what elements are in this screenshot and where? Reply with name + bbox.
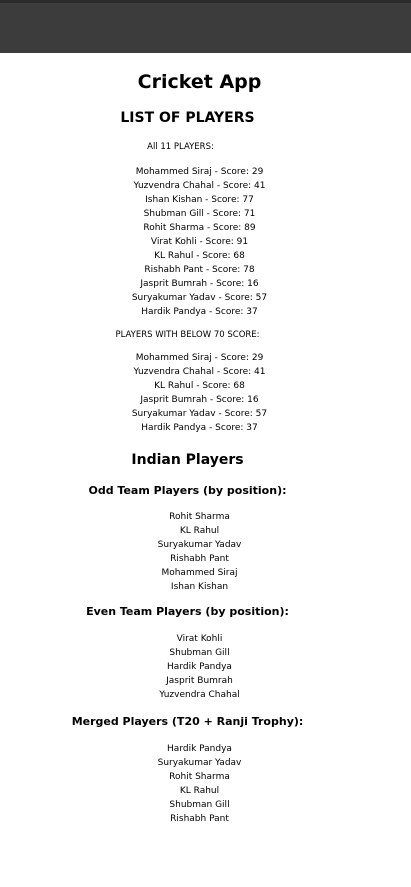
player-list-item: KL Rahul - Score: 68 (154, 381, 245, 391)
player-list-item: Virat Kohli (176, 634, 223, 644)
player-list-item: Rohit Sharma - Score: 89 (143, 223, 256, 233)
player-list-item: Suryakumar Yadav - Score: 57 (131, 293, 268, 303)
player-list-item: KL Rahul - Score: 68 (154, 251, 245, 261)
all-players-label: All 11 PLAYERS: (147, 142, 214, 152)
player-list-item: Jasprit Bumrah (166, 676, 233, 686)
player-list-item: Jasprit Bumrah - Score: 16 (140, 279, 259, 289)
odd-team-list: Rohit Sharma KL Rahul Suryakumar Yadav Rish… (0, 510, 405, 594)
player-list-item: Yuzvendra Chahal (159, 690, 240, 700)
list-of-players-heading: LIST OF PLAYERS (120, 110, 255, 126)
indian-players-heading: Indian Players (131, 452, 244, 468)
player-list-item: Rishabh Pant (170, 814, 229, 824)
all-players-list: Mohammed Siraj - Score: 29 Yuzvendra Chah… (0, 165, 405, 319)
player-list-item: Yuzvendra Chahal - Score: 41 (133, 367, 266, 377)
app-title: Cricket App (137, 71, 262, 93)
player-list-item: Ishan Kishan - Score: 77 (145, 195, 254, 205)
player-list-item: KL Rahul (179, 526, 220, 536)
player-list-item: Rohit Sharma (169, 772, 230, 782)
player-list-item: Rishabh Pant (170, 554, 229, 564)
odd-team-heading: Odd Team Players (by position): (88, 484, 287, 497)
player-list-item: Rishabh Pant - Score: 78 (144, 265, 255, 275)
player-list-item: Virat Kohli - Score: 91 (150, 237, 249, 247)
player-list-item: KL Rahul (179, 786, 220, 796)
player-list-item: Shubman Gill - Score: 71 (143, 209, 256, 219)
player-list-item: Rohit Sharma (169, 512, 230, 522)
player-list-item: Shubman Gill (169, 648, 230, 658)
player-list-item: Ishan Kishan (170, 582, 229, 592)
player-list-item: Hardik Pandya - Score: 37 (141, 307, 258, 317)
player-list-item: Yuzvendra Chahal - Score: 41 (133, 181, 266, 191)
player-list-item: Mohammed Siraj (161, 568, 238, 578)
player-list-item: Hardik Pandya - Score: 37 (141, 423, 258, 433)
below-70-players-list: Mohammed Siraj - Score: 29 Yuzvendra Chah… (0, 351, 405, 435)
player-list-item: Suryakumar Yadav - Score: 57 (131, 409, 268, 419)
player-list-item: Suryakumar Yadav (157, 758, 242, 768)
player-list-item: Shubman Gill (169, 800, 230, 810)
player-list-item: Mohammed Siraj - Score: 29 (135, 353, 264, 363)
player-list-item: Suryakumar Yadav (157, 540, 242, 550)
even-team-heading: Even Team Players (by position): (86, 605, 289, 618)
below-70-label: PLAYERS WITH BELOW 70 SCORE: (115, 330, 260, 340)
player-list-item: Hardik Pandya (167, 744, 232, 754)
player-list-item: Hardik Pandya (167, 662, 232, 672)
player-list-item: Jasprit Bumrah - Score: 16 (140, 395, 259, 405)
merged-players-heading: Merged Players (T20 + Ranji Trophy): (71, 715, 304, 728)
even-team-list: Virat Kohli Shubman Gill Hardik Pandya Jasp… (0, 632, 405, 702)
player-list-item: Mohammed Siraj - Score: 29 (135, 167, 264, 177)
browser-top-bar (0, 0, 411, 53)
merged-players-list: Hardik Pandya Suryakumar Yadav Rohit Sharm… (0, 742, 405, 826)
